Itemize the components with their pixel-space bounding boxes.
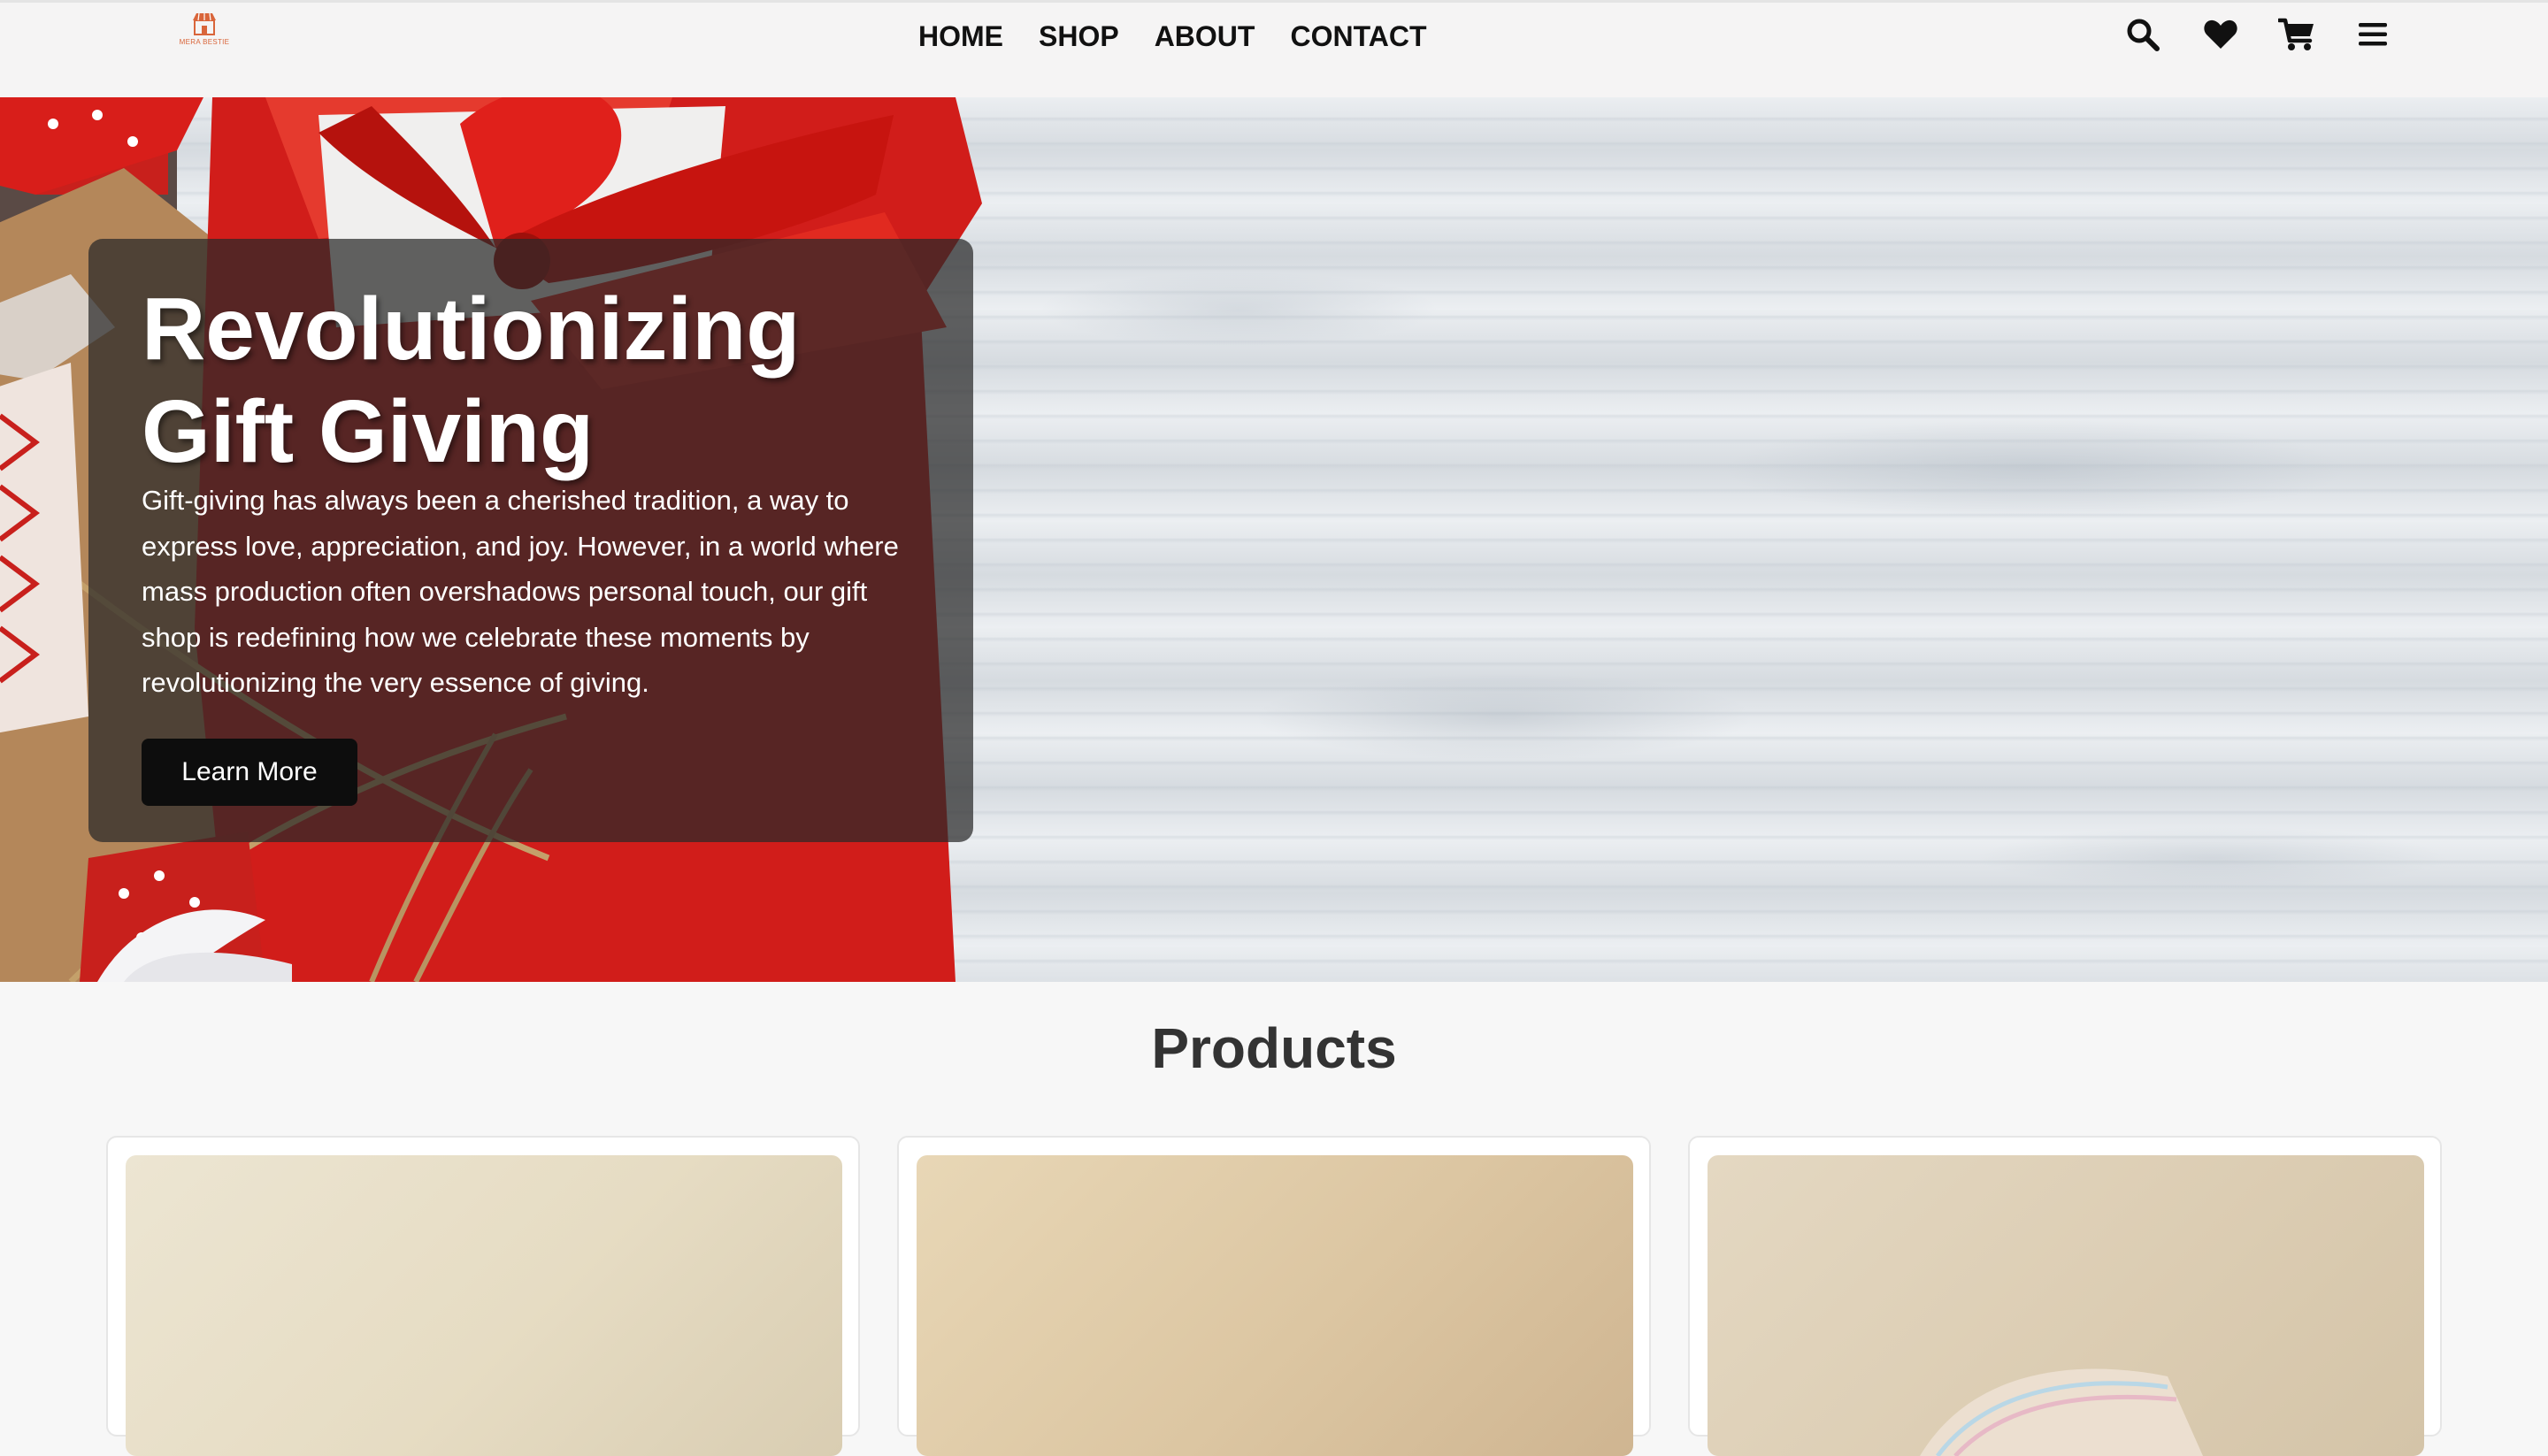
nav-link-contact[interactable]: CONTACT	[1290, 19, 1426, 54]
menu-button[interactable]	[2353, 15, 2392, 54]
heart-icon	[2204, 19, 2237, 49]
product-image	[917, 1155, 1633, 1456]
logo-text: MERA BESTIE	[179, 38, 230, 46]
product-item-shape	[1920, 1368, 2203, 1456]
nav-link-home[interactable]: HOME	[918, 19, 1003, 54]
nav-icon-group	[2123, 15, 2406, 54]
search-icon	[2127, 19, 2160, 51]
brand-logo[interactable]: MERA BESTIE	[173, 11, 235, 54]
nav-link-about[interactable]: ABOUT	[1155, 19, 1255, 54]
product-image	[1708, 1155, 2424, 1456]
search-button[interactable]	[2123, 15, 2162, 54]
product-card[interactable]	[106, 1136, 860, 1456]
wishlist-button[interactable]	[2201, 15, 2240, 54]
shop-icon	[193, 12, 216, 35]
hero-card: Revolutionizing Gift Giving Gift-giving …	[88, 239, 973, 842]
nav-link-shop[interactable]: SHOP	[1039, 19, 1119, 54]
cart-icon	[2278, 18, 2314, 50]
product-card[interactable]	[897, 1136, 1651, 1456]
product-image	[126, 1155, 842, 1456]
product-card[interactable]	[1688, 1136, 2442, 1456]
main-nav: HOME SHOP ABOUT CONTACT	[918, 19, 1462, 54]
hero-description: Gift-giving has always been a cherished …	[142, 485, 899, 698]
menu-icon	[2359, 23, 2387, 46]
hero-banner: Revolutionizing Gift Giving Gift-giving …	[0, 97, 2548, 982]
cart-button[interactable]	[2277, 15, 2316, 54]
products-heading: Products	[1151, 1016, 1397, 1080]
learn-more-button[interactable]: Learn More	[142, 739, 357, 806]
navbar: MERA BESTIE HOME SHOP ABOUT CONTACT	[0, 0, 2548, 97]
hero-title: Revolutionizing Gift Giving	[142, 280, 801, 481]
